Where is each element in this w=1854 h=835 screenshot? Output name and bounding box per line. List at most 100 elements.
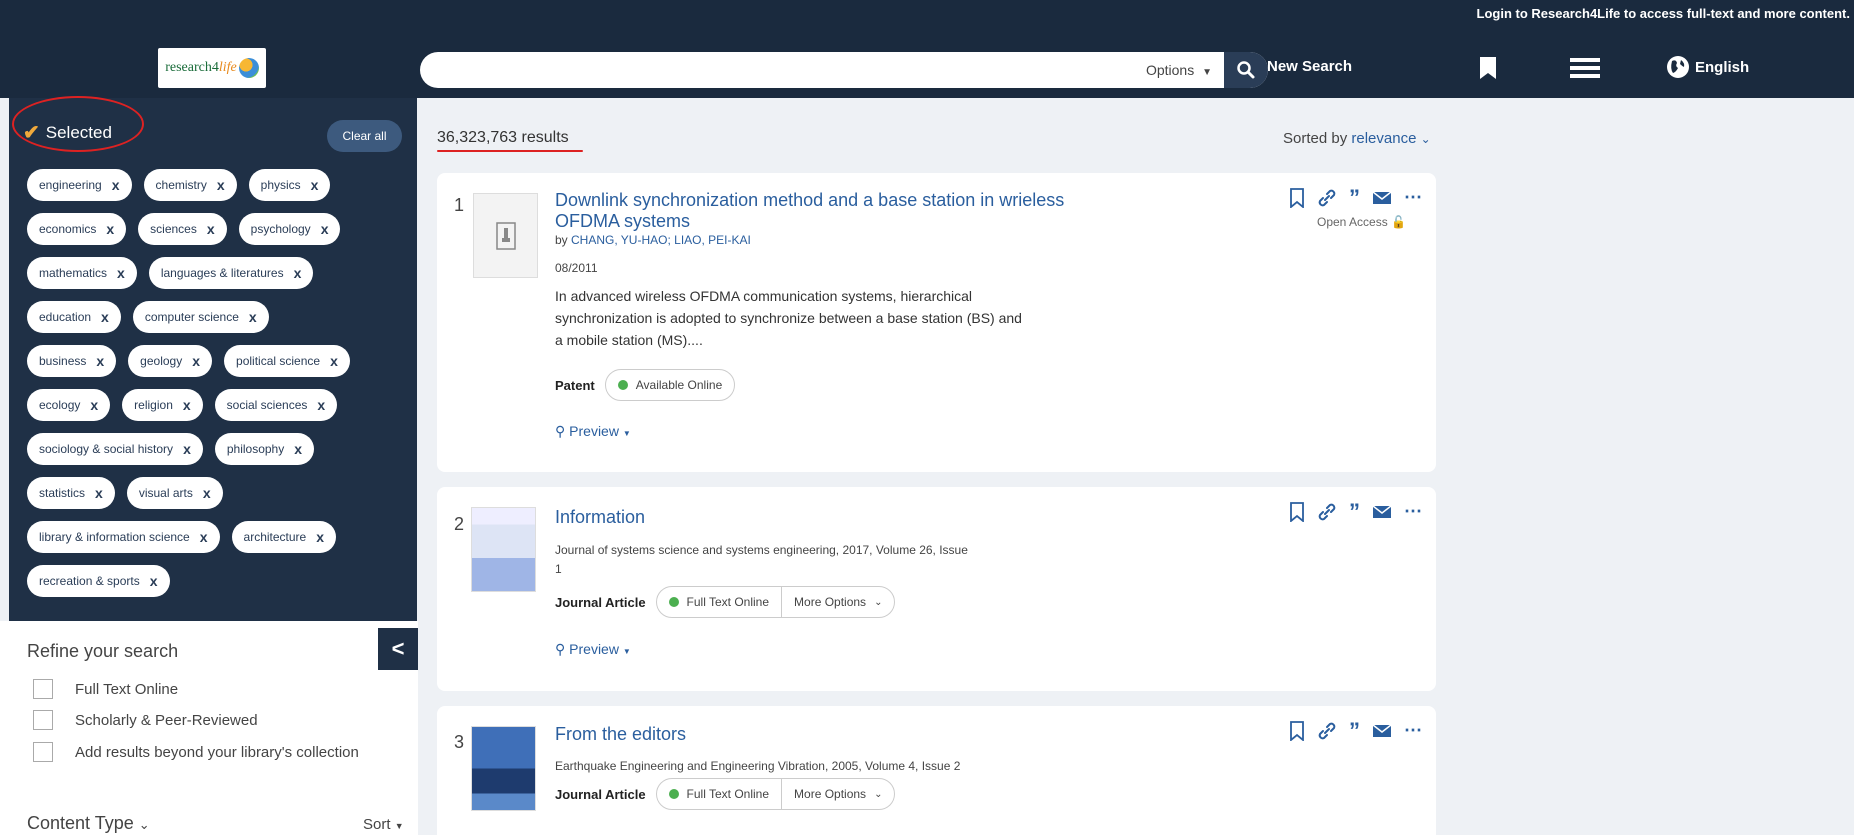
more-options-dropdown[interactable]: More Options ⌄: [781, 779, 894, 809]
email-icon[interactable]: [1372, 190, 1392, 205]
author-links[interactable]: CHANG, YU-HAO; LIAO, PEI-KAI: [571, 233, 751, 247]
link-icon[interactable]: [1317, 502, 1337, 522]
filter-chip[interactable]: chemistry x: [143, 169, 237, 201]
quote-icon[interactable]: ”: [1349, 719, 1360, 741]
filter-chip[interactable]: business x: [27, 345, 117, 377]
filter-chip-label: political science: [236, 354, 321, 368]
quote-icon[interactable]: ”: [1349, 500, 1360, 522]
close-icon[interactable]: x: [200, 529, 208, 545]
more-options-dropdown[interactable]: More Options ⌄: [781, 587, 894, 617]
filter-chip[interactable]: languages & literatures x: [148, 257, 314, 289]
close-icon[interactable]: x: [330, 353, 338, 369]
checkbox[interactable]: [33, 710, 53, 730]
close-icon[interactable]: x: [112, 177, 120, 193]
close-icon[interactable]: x: [317, 397, 325, 413]
filter-chip[interactable]: sociology & social history x: [27, 433, 203, 465]
close-icon[interactable]: x: [96, 353, 104, 369]
close-icon[interactable]: x: [217, 177, 225, 193]
filter-chip-label: languages & literatures: [160, 266, 284, 280]
more-icon[interactable]: ⋯: [1404, 501, 1423, 522]
close-icon[interactable]: x: [311, 177, 319, 193]
email-icon[interactable]: [1372, 504, 1392, 519]
filter-chip[interactable]: social sciences x: [214, 389, 338, 421]
search-input[interactable]: [436, 52, 996, 88]
filter-chip[interactable]: statistics x: [27, 477, 115, 509]
close-icon[interactable]: x: [294, 265, 302, 281]
result-title-link[interactable]: Information: [555, 507, 645, 528]
globe-icon: [1667, 56, 1689, 78]
options-dropdown[interactable]: Options ▼: [1146, 52, 1212, 88]
filter-chip[interactable]: economics x: [27, 213, 127, 245]
result-title-link[interactable]: From the editors: [555, 724, 686, 745]
saved-items-button[interactable]: [1479, 56, 1497, 85]
availability-pill[interactable]: Available Online: [604, 369, 736, 401]
close-icon[interactable]: x: [101, 309, 109, 325]
filter-chip[interactable]: education x: [27, 301, 121, 333]
filter-chip[interactable]: engineering x: [27, 169, 132, 201]
login-message[interactable]: Login to Research4Life to access full-te…: [1477, 6, 1850, 21]
bookmark-icon[interactable]: [1289, 501, 1305, 522]
close-icon[interactable]: x: [321, 221, 329, 237]
facet-beyond-library[interactable]: Add results beyond your library's collec…: [33, 742, 359, 762]
filter-chip[interactable]: architecture x: [231, 521, 337, 553]
preview-toggle[interactable]: ⚲ Preview ▼: [555, 641, 631, 658]
close-icon[interactable]: x: [294, 441, 302, 457]
email-icon[interactable]: [1372, 723, 1392, 738]
result-type-row: Journal Article Full Text Online More Op…: [555, 778, 896, 810]
journal-cover-thumbnail[interactable]: [471, 726, 536, 811]
close-icon[interactable]: x: [183, 441, 191, 457]
filter-chip[interactable]: religion x: [122, 389, 203, 421]
more-icon[interactable]: ⋯: [1404, 720, 1423, 741]
bookmark-icon[interactable]: [1289, 720, 1305, 741]
sort-control[interactable]: Sorted by relevance ⌄: [1283, 130, 1431, 147]
journal-cover-thumbnail[interactable]: [471, 507, 536, 592]
search-button[interactable]: [1224, 52, 1268, 88]
close-icon[interactable]: x: [150, 573, 158, 589]
sort-facet-link[interactable]: Sort ▼: [363, 816, 404, 833]
patent-thumbnail[interactable]: [473, 193, 538, 278]
filter-chip[interactable]: sciences x: [138, 213, 227, 245]
full-text-link[interactable]: Full Text Online: [657, 779, 781, 809]
close-icon[interactable]: x: [95, 485, 103, 501]
close-icon[interactable]: x: [106, 221, 114, 237]
availability-link[interactable]: Available Online: [606, 370, 735, 400]
main-menu-button[interactable]: [1570, 58, 1600, 83]
link-icon[interactable]: [1317, 188, 1337, 208]
preview-toggle[interactable]: ⚲ Preview ▼: [555, 423, 631, 440]
filter-chip[interactable]: recreation & sports x: [27, 565, 170, 597]
research4life-logo[interactable]: research4 life: [158, 48, 266, 88]
close-icon[interactable]: x: [316, 529, 324, 545]
facet-full-text-online[interactable]: Full Text Online: [33, 679, 178, 699]
collapse-sidebar-button[interactable]: <: [378, 628, 418, 670]
filter-chip[interactable]: visual arts x: [126, 477, 223, 509]
filter-chip[interactable]: library & information science x: [27, 521, 220, 553]
filter-chip[interactable]: mathematics x: [27, 257, 137, 289]
close-icon[interactable]: x: [90, 397, 98, 413]
content-type-toggle[interactable]: Content Type ⌄: [27, 813, 150, 834]
checkbox[interactable]: [33, 742, 53, 762]
full-text-link[interactable]: Full Text Online: [657, 587, 781, 617]
more-icon[interactable]: ⋯: [1404, 187, 1423, 208]
close-icon[interactable]: x: [249, 309, 257, 325]
checkbox[interactable]: [33, 679, 53, 699]
filter-chip[interactable]: computer science x: [132, 301, 269, 333]
close-icon[interactable]: x: [203, 485, 211, 501]
filter-chip[interactable]: philosophy x: [214, 433, 315, 465]
close-icon[interactable]: x: [117, 265, 125, 281]
close-icon[interactable]: x: [207, 221, 215, 237]
bookmark-icon[interactable]: [1289, 187, 1305, 208]
language-selector[interactable]: English: [1666, 55, 1749, 79]
quote-icon[interactable]: ”: [1349, 186, 1360, 208]
clear-all-button[interactable]: Clear all: [327, 120, 402, 152]
filter-chip[interactable]: ecology x: [27, 389, 111, 421]
close-icon[interactable]: x: [183, 397, 191, 413]
link-icon[interactable]: [1317, 721, 1337, 741]
close-icon[interactable]: x: [192, 353, 200, 369]
filter-chip[interactable]: geology x: [128, 345, 213, 377]
filter-chip[interactable]: political science x: [224, 345, 350, 377]
filter-chip[interactable]: psychology x: [238, 213, 341, 245]
filter-chip[interactable]: physics x: [248, 169, 331, 201]
facet-scholarly-peer-reviewed[interactable]: Scholarly & Peer-Reviewed: [33, 710, 258, 730]
result-title-link[interactable]: Downlink synchronization method and a ba…: [555, 190, 1064, 232]
new-search-link[interactable]: New Search: [1267, 58, 1352, 75]
